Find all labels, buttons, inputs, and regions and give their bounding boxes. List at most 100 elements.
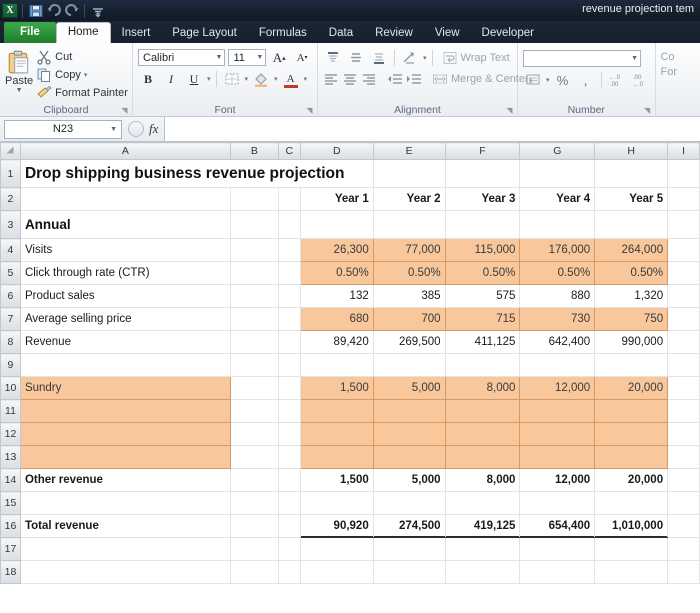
cell-G14[interactable]: 12,000 (519, 468, 596, 492)
cell-C3[interactable] (278, 210, 301, 239)
number-format-chevron-down-icon[interactable]: ▼ (628, 55, 638, 62)
tab-file[interactable]: File (4, 22, 56, 43)
cell-A6[interactable]: Product sales (20, 284, 231, 308)
cell-A7[interactable]: Average selling price (20, 307, 231, 331)
column-header-h[interactable]: H (594, 142, 669, 160)
column-header-b[interactable]: B (229, 142, 279, 160)
cell-A12[interactable] (19, 422, 231, 446)
cell-G18[interactable] (519, 560, 596, 584)
cell-I8[interactable] (667, 330, 700, 354)
cell-D16[interactable]: 90,920 (300, 514, 374, 538)
customize-qat-chevron-down-icon[interactable] (89, 3, 106, 19)
tab-view[interactable]: View (424, 23, 471, 43)
save-icon[interactable] (27, 3, 44, 19)
font-name-combo[interactable]: Calibri ▼ (138, 49, 226, 66)
cell-E12[interactable] (372, 422, 446, 446)
cut-button[interactable]: Cut (36, 49, 128, 65)
conditional-formatting-button[interactable]: Co For (661, 51, 678, 78)
cell-I13[interactable] (667, 445, 700, 469)
cell-D6[interactable]: 132 (300, 284, 374, 308)
cell-E5[interactable]: 0.50% (372, 261, 446, 285)
accounting-format-chevron-down-icon[interactable]: ▾ (546, 76, 550, 84)
cell-F10[interactable]: 8,000 (444, 376, 521, 400)
cell-E7[interactable]: 700 (372, 307, 446, 331)
row-header-10[interactable]: 10 (0, 376, 21, 400)
row-header-15[interactable]: 15 (0, 491, 21, 515)
cell-F18[interactable] (445, 560, 521, 584)
cell-G1[interactable] (519, 159, 596, 188)
cell-B13[interactable] (230, 445, 279, 469)
tab-formulas[interactable]: Formulas (248, 23, 318, 43)
cell-C4[interactable] (278, 238, 301, 262)
cell-A17[interactable] (20, 537, 231, 561)
wrap-text-button[interactable]: Wrap Text (438, 50, 510, 66)
cell-D10[interactable]: 1,500 (299, 376, 374, 400)
cell-E6[interactable]: 385 (373, 284, 446, 308)
cell-A16[interactable]: Total revenue (20, 514, 231, 538)
cell-G5[interactable]: 0.50% (519, 261, 596, 285)
tab-data[interactable]: Data (318, 23, 364, 43)
cell-C6[interactable] (278, 284, 301, 308)
cell-I18[interactable] (667, 560, 700, 584)
cell-H1[interactable] (594, 159, 669, 188)
cell-E9[interactable] (373, 353, 446, 377)
bold-button[interactable]: B (138, 70, 158, 89)
cell-A18[interactable] (20, 560, 231, 584)
cell-G16[interactable]: 654,400 (519, 514, 596, 538)
shrink-font-icon[interactable]: A ▾ (292, 48, 312, 67)
cell-H2[interactable]: Year 5 (594, 187, 669, 211)
column-header-d[interactable]: D (299, 142, 374, 160)
cell-C13[interactable] (278, 445, 301, 469)
tab-developer[interactable]: Developer (471, 23, 545, 43)
cell-D13[interactable] (299, 445, 374, 469)
cell-C7[interactable] (278, 307, 301, 331)
font-dialog-launcher-icon[interactable]: ◥ (305, 106, 314, 115)
cell-H16[interactable]: 1,010,000 (594, 514, 669, 538)
cell-I16[interactable] (667, 514, 700, 538)
cell-E8[interactable]: 269,500 (373, 330, 446, 354)
cell-F6[interactable]: 575 (445, 284, 521, 308)
number-format-combo[interactable]: ▼ (523, 49, 641, 67)
cell-I7[interactable] (667, 307, 700, 331)
cell-D4[interactable]: 26,300 (299, 238, 374, 262)
decrease-indent-icon[interactable] (387, 70, 403, 89)
percent-style-button[interactable]: % (553, 71, 573, 90)
cell-E13[interactable] (372, 445, 446, 469)
cell-B6[interactable] (230, 284, 279, 308)
underline-chevron-down-icon[interactable]: ▾ (207, 75, 211, 83)
cell-A1[interactable]: Drop shipping business revenue projectio… (20, 159, 374, 188)
row-header-7[interactable]: 7 (0, 307, 21, 331)
cell-E1[interactable] (373, 159, 446, 188)
align-middle-icon[interactable] (346, 48, 366, 67)
cell-G10[interactable]: 12,000 (519, 376, 596, 400)
copy-chevron-down-icon[interactable]: ▾ (84, 71, 88, 79)
name-box-chevron-down-icon[interactable]: ▼ (110, 126, 117, 133)
cell-B4[interactable] (230, 238, 279, 262)
increase-indent-icon[interactable] (406, 70, 422, 89)
clipboard-dialog-launcher-icon[interactable]: ◥ (120, 106, 129, 115)
cell-G2[interactable]: Year 4 (519, 187, 596, 211)
cell-C12[interactable] (278, 422, 301, 446)
copy-button[interactable]: Copy ▾ (36, 67, 128, 83)
comma-style-button[interactable]: , (576, 71, 596, 90)
cell-H17[interactable] (594, 537, 669, 561)
row-header-2[interactable]: 2 (0, 187, 21, 211)
cell-F2[interactable]: Year 3 (445, 187, 521, 211)
font-size-chevron-down-icon[interactable]: ▼ (253, 54, 263, 61)
align-right-icon[interactable] (361, 70, 377, 89)
cell-F1[interactable] (445, 159, 521, 188)
cell-C15[interactable] (278, 491, 301, 515)
cell-B15[interactable] (230, 491, 279, 515)
cell-I12[interactable] (667, 422, 700, 446)
cell-F11[interactable] (444, 399, 521, 423)
cell-F8[interactable]: 411,125 (445, 330, 521, 354)
cell-B18[interactable] (230, 560, 279, 584)
cell-G4[interactable]: 176,000 (519, 238, 596, 262)
select-all-corner[interactable] (0, 142, 21, 160)
cell-D2[interactable]: Year 1 (300, 187, 374, 211)
cell-B3[interactable] (230, 210, 279, 239)
underline-button[interactable]: U (184, 70, 204, 89)
format-painter-button[interactable]: Format Painter (36, 85, 128, 101)
formula-input[interactable] (164, 117, 700, 141)
row-header-3[interactable]: 3 (0, 210, 21, 239)
